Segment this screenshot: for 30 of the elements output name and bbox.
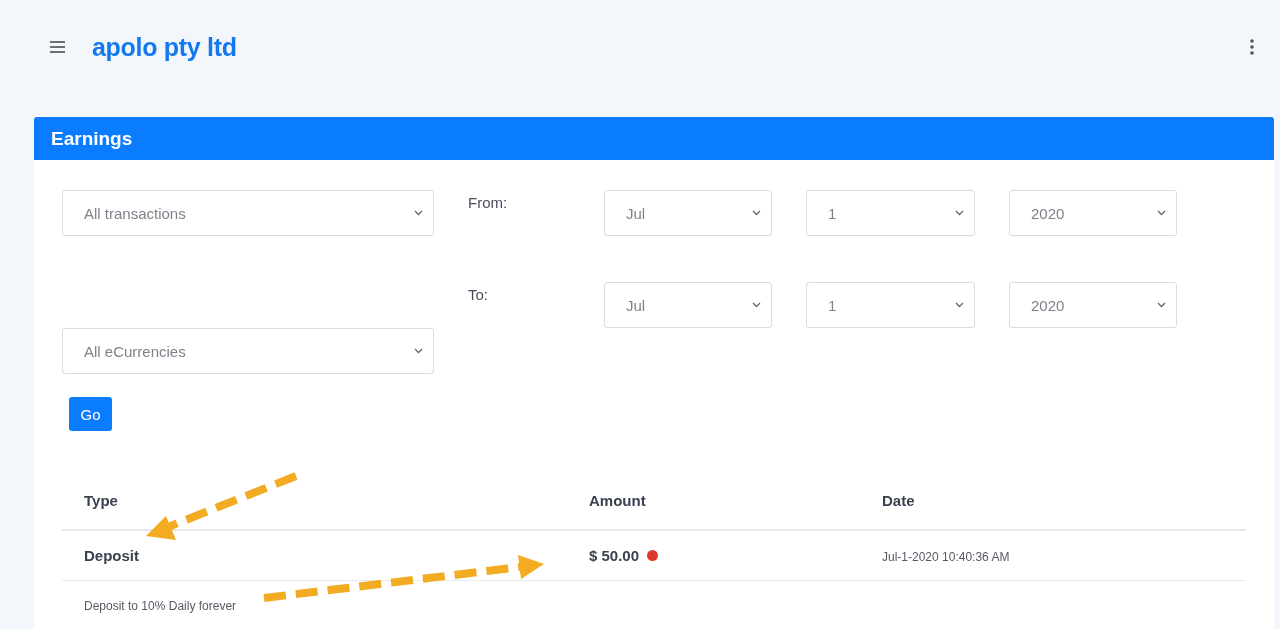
caret-icon [414, 210, 423, 216]
caret-icon [955, 302, 964, 308]
currency-dropdown[interactable]: All eCurrencies [62, 328, 434, 374]
date-dropdown[interactable]: Jul [604, 190, 772, 236]
date-dropdown[interactable]: 1 [806, 190, 975, 236]
caret-icon [752, 302, 761, 308]
date-dropdown[interactable]: 2020 [1009, 190, 1177, 236]
caret-icon [955, 210, 964, 216]
transaction-date: Jul-1-2020 10:40:36 AM [882, 549, 1010, 564]
date-dropdown[interactable]: Jul [604, 282, 772, 328]
transaction-type: Deposit [84, 546, 139, 564]
currency-icon [647, 549, 659, 561]
menu-icon[interactable] [50, 41, 65, 53]
brand-name[interactable]: apolo pty ltd [92, 32, 237, 62]
date-dropdown[interactable]: 1 [806, 282, 975, 328]
caret-icon [1157, 302, 1166, 308]
amount: $ 50.00 [589, 546, 640, 564]
go-button[interactable]: Go [69, 397, 112, 431]
to-label: To: [468, 285, 489, 305]
column-header: Amount [567, 471, 860, 530]
date-dropdown[interactable]: 2020 [1009, 282, 1177, 328]
caret-icon [1157, 210, 1166, 216]
card-title: Earnings [51, 127, 133, 150]
caret-icon [752, 210, 761, 216]
transaction-description: Deposit to 10% Daily forever [84, 598, 237, 613]
transaction-type-dropdown[interactable]: All transactions [62, 190, 434, 236]
column-header: Date [860, 471, 1246, 530]
more-options-icon[interactable] [1250, 39, 1254, 55]
from-label: From: [468, 193, 509, 213]
caret-icon [414, 348, 423, 354]
